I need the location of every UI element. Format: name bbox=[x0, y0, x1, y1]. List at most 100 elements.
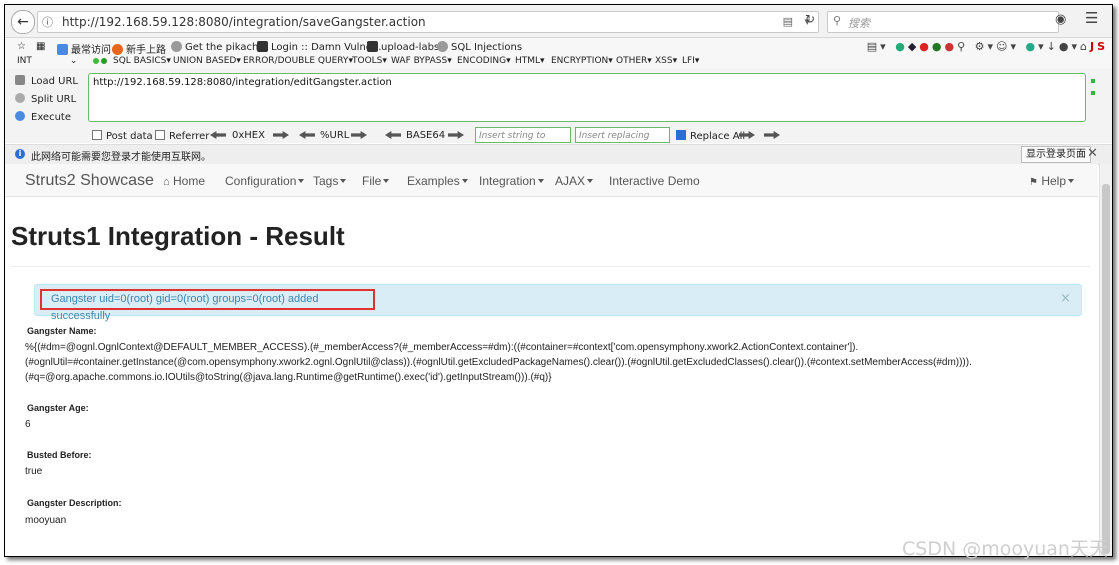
bookmark-item[interactable]: Login :: Damn Vulne... bbox=[257, 41, 381, 53]
account-icon[interactable]: ◉ bbox=[1055, 12, 1066, 27]
hackbar-select-value: INT bbox=[17, 56, 32, 66]
show-login-page-button[interactable]: 显示登录页面 bbox=[1021, 146, 1091, 163]
caret-down-icon bbox=[1068, 179, 1074, 183]
notification-text: 此网络可能需要您登录才能使用互联网。 bbox=[31, 152, 211, 163]
caret-down-icon bbox=[461, 179, 468, 183]
checkbox-icon bbox=[155, 130, 165, 140]
scrollbar-thumb[interactable] bbox=[1102, 184, 1110, 554]
nav-label: Home bbox=[173, 174, 206, 188]
menu-other[interactable]: OTHER▾ bbox=[616, 56, 652, 66]
brand-link[interactable]: Struts2 Showcase bbox=[25, 172, 154, 190]
menu-label: HTML bbox=[515, 56, 541, 66]
menu-error-double-query[interactable]: ERROR/DOUBLE QUERY▾ bbox=[243, 56, 353, 66]
hex-encode-arrow-icon[interactable] bbox=[273, 131, 289, 139]
menu-xss[interactable]: XSS▾ bbox=[655, 56, 677, 66]
replace-all-checkbox[interactable]: Replace All bbox=[676, 130, 745, 142]
bookmark-label: upload-labs bbox=[381, 42, 440, 53]
menu-encryption[interactable]: ENCRYPTION▾ bbox=[551, 56, 613, 66]
execute-icon bbox=[15, 111, 25, 121]
nav-configuration[interactable]: Configuration bbox=[225, 174, 305, 188]
nav-file[interactable]: File bbox=[362, 174, 390, 188]
nav-ajax[interactable]: AJAX bbox=[555, 174, 594, 188]
app-navbar: Struts2 Showcase ⌂ Home Configuration Ta… bbox=[5, 164, 1098, 197]
menu-union-based[interactable]: UNION BASED▾ bbox=[173, 56, 241, 66]
home-icon: ⌂ bbox=[163, 176, 170, 188]
star-icon[interactable]: ☆ bbox=[17, 41, 26, 52]
menu-waf-bypass[interactable]: WAF BYPASS▾ bbox=[391, 56, 452, 66]
referrer-checkbox[interactable]: Referrer bbox=[155, 130, 209, 142]
replace-arrow-icon[interactable] bbox=[764, 131, 780, 139]
extension-icons[interactable]: ▤▾ ●◆●●●⚲ ⚙▾☺▾ ●▾↓●▾⌂JS bbox=[867, 40, 1108, 53]
base64-encode-arrow-icon[interactable] bbox=[448, 131, 464, 139]
flag-icon: ⚑ bbox=[1029, 177, 1038, 188]
bookmark-label: Login :: Damn Vulne... bbox=[271, 42, 382, 53]
nav-integration[interactable]: Integration bbox=[479, 174, 544, 188]
caret-down-icon bbox=[587, 179, 594, 183]
info-icon: i bbox=[15, 149, 25, 159]
success-alert: Gangster uid=0(root) gid=0(root) groups=… bbox=[34, 284, 1082, 322]
bookmark-item[interactable]: upload-labs bbox=[367, 41, 439, 53]
menu-icon[interactable]: ☰ bbox=[1085, 9, 1098, 27]
nav-label: File bbox=[362, 174, 382, 188]
menu-html[interactable]: HTML▾ bbox=[515, 56, 545, 66]
bookmark-label: Get the pikachu bbox=[185, 42, 265, 53]
execute-label: Execute bbox=[31, 112, 71, 123]
bookmark-item[interactable]: SQL Injections bbox=[437, 41, 522, 53]
reload-icon[interactable]: ↻ bbox=[805, 12, 815, 26]
replace-find-input[interactable]: Insert string to replace bbox=[475, 127, 571, 157]
nav-label: Configuration bbox=[225, 174, 297, 188]
menu-label: ENCRYPTION bbox=[551, 56, 609, 66]
nav-examples[interactable]: Examples bbox=[407, 174, 468, 188]
nav-help[interactable]: ⚑ Help bbox=[1029, 174, 1074, 188]
gangster-name-line: %{(#dm=@ognl.OgnlContext@DEFAULT_MEMBER_… bbox=[25, 342, 859, 353]
menu-encoding[interactable]: ENCODING▾ bbox=[457, 56, 511, 66]
busted-before-label: Busted Before: bbox=[27, 450, 92, 460]
url-encode-arrow-icon[interactable] bbox=[351, 131, 367, 139]
nav-label: Examples bbox=[407, 174, 460, 188]
menu-lfi[interactable]: LFI▾ bbox=[682, 56, 699, 66]
search-input[interactable]: ⚲ 搜索 bbox=[827, 11, 1059, 33]
nav-home[interactable]: ⌂ Home bbox=[163, 174, 205, 188]
search-placeholder: 搜索 bbox=[848, 17, 870, 30]
hackbar-select[interactable]: INT ⌄ bbox=[17, 56, 77, 66]
watermark: CSDN @mooyuan天天 bbox=[902, 538, 1108, 560]
bookmark-item[interactable]: 新手上路 bbox=[112, 41, 166, 56]
nav-label: Help bbox=[1041, 174, 1066, 188]
hex-decode-arrow-icon[interactable] bbox=[210, 131, 226, 139]
menu-sql-basics[interactable]: SQL BASICS▾ bbox=[113, 56, 171, 66]
hackbar-url-textarea[interactable]: http://192.168.59.128:8080/integration/e… bbox=[88, 73, 1086, 122]
split-url-button[interactable]: Split URL bbox=[15, 93, 76, 105]
bookmark-item[interactable]: 最常访问 bbox=[57, 41, 111, 56]
url-decode-arrow-icon[interactable] bbox=[299, 131, 315, 139]
gangster-name-line: (#ognlUtil=#container.getInstance(@com.o… bbox=[25, 357, 972, 368]
gangster-age-value: 6 bbox=[25, 419, 31, 430]
nav-tags[interactable]: Tags bbox=[313, 174, 347, 188]
checkbox-checked-icon bbox=[676, 130, 686, 140]
alert-message: Gangster uid=0(root) gid=0(root) groups=… bbox=[40, 289, 375, 322]
address-field[interactable]: ⓘ http://192.168.59.128:8080/integration… bbox=[37, 11, 819, 33]
close-icon[interactable]: × bbox=[1060, 291, 1071, 306]
nav-interactive-demo[interactable]: Interactive Demo bbox=[609, 174, 700, 188]
post-data-checkbox[interactable]: Post data bbox=[92, 130, 153, 142]
menu-label: LFI bbox=[682, 56, 695, 66]
page-scrollbar[interactable] bbox=[1099, 164, 1112, 556]
replace-with-input[interactable]: Insert replacing string bbox=[575, 127, 670, 157]
base64-label: BASE64 bbox=[406, 130, 446, 141]
firefox-icon bbox=[112, 44, 123, 55]
library-icon[interactable]: ▦ bbox=[36, 41, 45, 52]
back-button[interactable]: ← bbox=[11, 10, 35, 34]
load-url-button[interactable]: Load URL bbox=[15, 75, 78, 87]
hackbar-url-value: http://192.168.59.128:8080/integration/e… bbox=[93, 77, 392, 88]
bookmark-item[interactable]: Get the pikachu bbox=[171, 41, 265, 53]
status-dot-icon bbox=[93, 58, 99, 64]
base64-decode-arrow-icon[interactable] bbox=[385, 131, 401, 139]
globe-icon bbox=[171, 41, 182, 52]
info-icon[interactable]: ⓘ bbox=[42, 14, 53, 30]
menu-label: XSS bbox=[655, 56, 673, 66]
menu-tools[interactable]: TOOLS▾ bbox=[352, 56, 387, 66]
bookmarks-toolbar: ☆ ▦ 最常访问 新手上路 Get the pikachu Login :: D… bbox=[5, 38, 1112, 56]
execute-button[interactable]: Execute bbox=[15, 111, 71, 123]
close-icon[interactable]: ✕ bbox=[1087, 146, 1098, 161]
gangster-description-label: Gangster Description: bbox=[27, 498, 122, 508]
address-text: http://192.168.59.128:8080/integration/s… bbox=[62, 15, 426, 29]
